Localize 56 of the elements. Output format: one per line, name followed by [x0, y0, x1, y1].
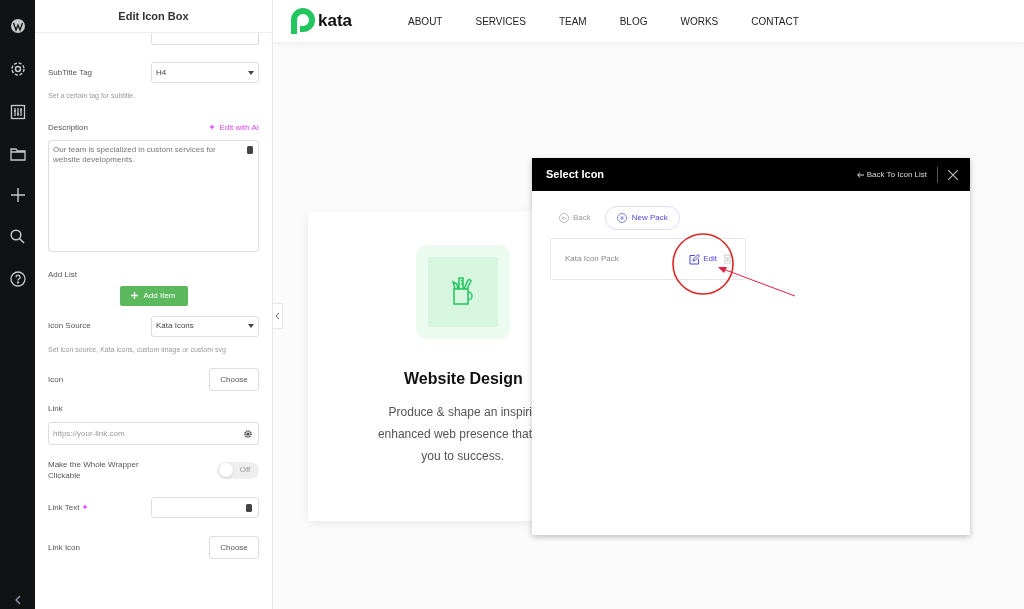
- back-to-list-link[interactable]: Back To Icon List: [856, 168, 927, 181]
- nav-link[interactable]: TEAM: [558, 13, 587, 29]
- field-label: Link Text: [48, 501, 91, 514]
- subtitle-tag-select[interactable]: H4: [151, 62, 259, 83]
- modal-title: Select Icon: [546, 167, 605, 183]
- database-icon[interactable]: [246, 503, 252, 512]
- field-label: Link Icon: [48, 541, 81, 554]
- choose-button[interactable]: Choose: [209, 536, 259, 559]
- field-label: Description: [48, 121, 88, 134]
- edit-button[interactable]: Edit: [689, 253, 717, 265]
- field-label: Make the Whole Wrapper Clickable: [48, 459, 140, 481]
- card-text-line: enhanced web presence that: [377, 426, 532, 443]
- arrow-left-icon: [559, 213, 569, 223]
- field-label: Icon: [48, 373, 64, 386]
- edit-with-ai-link[interactable]: Edit with AI: [209, 121, 259, 134]
- panel-title: Edit Icon Box: [118, 8, 189, 24]
- logo-text: kata: [318, 10, 353, 33]
- choose-button[interactable]: Choose: [209, 368, 259, 391]
- pack-name: Kata Icon Pack: [565, 253, 619, 265]
- card-text-line: Produce & shape an inspiri: [388, 404, 532, 421]
- logo-icon: [291, 8, 315, 34]
- field-label: Link: [48, 403, 64, 415]
- collapse-handle[interactable]: [273, 303, 283, 329]
- highlight-circle: [671, 232, 735, 296]
- link-input[interactable]: https://your-link.com: [49, 423, 238, 444]
- card-title: Website Design: [404, 369, 524, 389]
- edit-icon: [689, 253, 701, 265]
- plus-icon: [131, 292, 139, 299]
- caret-icon: [248, 324, 254, 328]
- wordpress-icon[interactable]: [9, 18, 26, 34]
- plus-icon: [616, 213, 627, 223]
- close-icon[interactable]: [948, 169, 958, 180]
- search-icon[interactable]: [10, 229, 25, 244]
- link-field[interactable]: https://your-link.com: [48, 422, 259, 445]
- folder-icon[interactable]: [9, 147, 26, 161]
- nav-link[interactable]: WORKS: [680, 13, 719, 29]
- nav-link[interactable]: SERVICES: [475, 13, 526, 29]
- nav-link[interactable]: CONTACT: [751, 13, 799, 29]
- database-icon[interactable]: [247, 145, 253, 154]
- link-text-field[interactable]: [151, 497, 259, 518]
- field-label: Icon Source: [48, 320, 91, 332]
- description-textarea[interactable]: Our team is specialized in custom services for website developments.: [48, 139, 259, 252]
- arrow-left-icon: [856, 171, 864, 178]
- caret-icon: [248, 70, 254, 75]
- nav-link[interactable]: ABOUT: [408, 13, 443, 29]
- add-icon[interactable]: [10, 188, 25, 202]
- icon-source-select[interactable]: Kata Icons: [151, 315, 259, 337]
- sliders-icon[interactable]: [9, 104, 26, 120]
- icon-pack-card[interactable]: Kata Icon Pack Edit: [550, 238, 746, 280]
- settings-icon[interactable]: [244, 429, 252, 438]
- help-icon[interactable]: [9, 271, 26, 287]
- field-label: Add List: [48, 268, 78, 281]
- card-text-line: you to success.: [421, 448, 504, 465]
- nav-link[interactable]: BLOG: [619, 13, 648, 29]
- field-label: SubTitle Tag: [48, 66, 93, 79]
- pencil-cup-icon: [451, 276, 475, 308]
